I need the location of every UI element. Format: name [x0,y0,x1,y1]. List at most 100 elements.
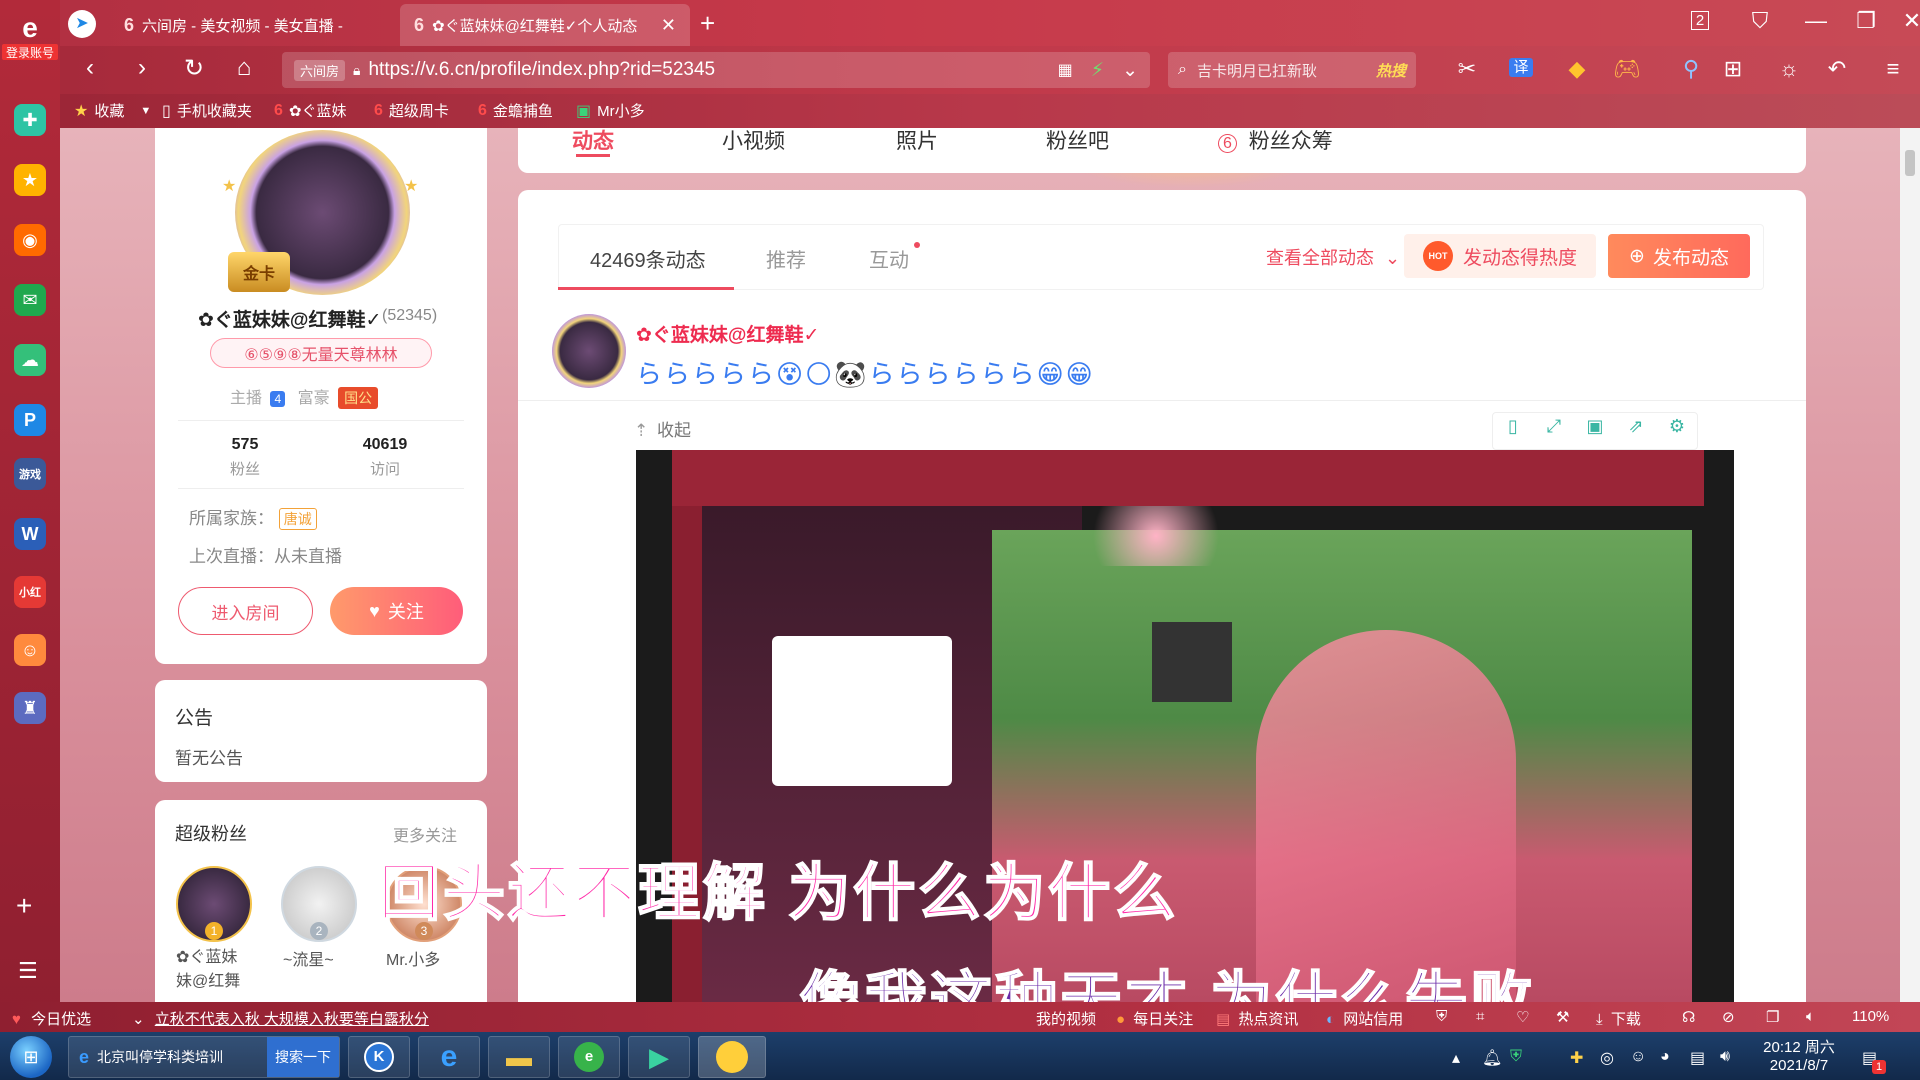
refresh-button[interactable]: ↻ [176,54,212,83]
search-input[interactable]: ⌕ 吉卡明月已扛新耿 热搜 [1168,52,1416,88]
restore-button[interactable]: ❐ [1846,8,1886,34]
today-picks-link[interactable]: ♥ 今日优选 [12,1008,91,1029]
mail-icon[interactable]: ✉ [14,284,46,316]
tray-camera-icon[interactable]: ◎ [1600,1048,1614,1068]
fullscreen-icon[interactable]: ⤢ [1540,416,1568,437]
small-red-app-icon[interactable]: 小红 [14,576,46,608]
translate-button[interactable]: 译 [1506,56,1536,77]
window-icon[interactable]: ❐ [1766,1008,1779,1026]
tab-fan-bar[interactable]: 粉丝吧 [1046,125,1109,155]
chart-icon[interactable]: ⌗ [1476,1008,1484,1025]
fan-name[interactable]: Mr.小多 [386,946,476,970]
word-doc-icon[interactable]: W [14,518,46,550]
post-author-avatar[interactable] [552,314,626,388]
bookmark-golden-toad[interactable]: 6 金蟾捕鱼 [478,100,553,121]
bookmark-super-card[interactable]: 6 超级周卡 [374,100,449,121]
tray-security-icon[interactable]: ⛨ [1510,1048,1522,1066]
browser-logo-icon[interactable]: e [10,12,50,43]
view-all-dropdown[interactable]: 查看全部动态 ⌄ [1266,244,1400,270]
publish-post-button[interactable]: ⊕ 发布动态 [1608,234,1750,278]
shield-status-icon[interactable]: ⛨ [1436,1008,1447,1025]
taskbar-browser-app[interactable]: e [558,1036,620,1078]
zoom-level[interactable]: 110% [1852,1008,1889,1025]
back-button[interactable]: ‹ [72,54,108,82]
add-app-icon[interactable]: + [16,890,32,922]
volume-icon[interactable]: 🔈︎ [1806,1008,1815,1025]
tray-notification-icon[interactable]: 🔔︎ [1482,1048,1502,1068]
ie-compat-icon[interactable]: ⊘ [1722,1008,1735,1026]
tab-photos[interactable]: 照片 [896,125,938,155]
system-clock[interactable]: 20:12 周六 2021/8/7 [1744,1036,1854,1074]
feed-tab-recommend[interactable]: 推荐 [766,244,806,273]
tab-dynamic[interactable]: 动态 [572,125,614,155]
bookmark-lanmeimei[interactable]: 6 ✿ぐ蓝妹 [274,100,346,121]
undo-icon[interactable]: ↶ [1822,56,1852,82]
tray-plus-icon[interactable]: ✚ [1570,1048,1583,1068]
page-scrollbar[interactable] [1900,128,1920,1002]
site-credit-link[interactable]: ◐ 网站信用 [1326,1008,1403,1029]
hot-news-link[interactable]: ▤ 热点资讯 [1216,1008,1298,1029]
skin-shirt-icon[interactable]: ⛉ [1740,8,1780,34]
brightness-icon[interactable]: ☼ [1774,56,1804,82]
fan-name[interactable]: ✿ぐ蓝妹 妹@红舞 [176,946,266,994]
news-ticker-link[interactable]: ⌄ 立秋不代表入秋 大规模入秋要等白露秋分 [132,1008,429,1029]
post-for-heat-button[interactable]: HOT 发动态得热度 [1404,234,1596,278]
fan-name[interactable]: ~流星~ [283,946,373,970]
search-once-button[interactable]: 搜索一下 [267,1037,339,1077]
scrollbar-thumb[interactable] [1905,150,1915,176]
heart-outline-icon[interactable]: ♡ [1516,1008,1529,1026]
url-bar[interactable]: 六间房 🔒︎ https://v.6.cn/profile/index.php?… [282,52,1150,88]
tray-volume-icon[interactable]: 🔊︎ [1720,1048,1730,1066]
download-link[interactable]: ⤓ 下载 [1596,1008,1641,1029]
feed-tab-all[interactable]: 42469条动态 [590,244,706,273]
tray-expand-icon[interactable]: ▴ [1452,1048,1460,1068]
coin-icon[interactable]: ◆ [1562,56,1592,82]
login-account-button[interactable]: 登录账号 [2,44,58,60]
start-button[interactable]: ⊞ [10,1036,52,1078]
window-count-badge[interactable]: 2 [1680,11,1720,30]
taskbar-k-app[interactable]: K [348,1036,410,1078]
tab-liujianfang[interactable]: 6 六间房 - 美女视频 - 美女直播 - [110,4,400,46]
lightning-icon[interactable]: ⚡ [1091,59,1104,82]
cloud-icon[interactable]: ☁ [14,344,46,376]
castle-game-icon[interactable]: ♜ [14,692,46,724]
tray-app-icon[interactable]: ☺ [1630,1048,1646,1066]
p-app-icon[interactable]: P [14,404,46,436]
taskbar-ie-app[interactable]: e [418,1036,480,1078]
plus-app-icon[interactable]: ✚ [14,104,46,136]
tools-icon[interactable]: ⚒ [1556,1008,1569,1026]
save-icon[interactable]: ▣ [1581,416,1609,437]
bookmark-favorites[interactable]: ★ 收藏 ▼ [74,100,151,121]
new-tab-button[interactable]: + [700,8,715,39]
feed-tab-interact[interactable]: 互动 [869,244,909,273]
url-text[interactable]: https://v.6.cn/profile/index.php?rid=523… [368,59,715,81]
follow-button[interactable]: ♥ 关注 [330,587,463,635]
post-author-name[interactable]: ✿ぐ蓝妹妹@红舞鞋✓ [636,320,819,347]
forward-button[interactable]: › [124,54,160,82]
grid-apps-icon[interactable]: ▦ [1058,60,1073,80]
minimize-button[interactable]: — [1796,8,1836,34]
enter-room-button[interactable]: 进入房间 [178,587,313,635]
bookmark-mr-xiaoduo[interactable]: ▣ Mr小多 [576,100,645,121]
tab-fan-crowdfund[interactable]: 6 粉丝众筹 [1218,125,1333,155]
tab-short-video[interactable]: 小视频 [722,125,785,155]
weibo-icon[interactable]: ◉ [14,224,46,256]
star-favorites-icon[interactable]: ★ [14,164,46,196]
daily-follow-link[interactable]: ● 每日关注 [1116,1008,1193,1029]
scissors-icon[interactable]: ✂ [1452,56,1482,82]
apps-grid-icon[interactable]: ⊞ [1718,56,1748,82]
tray-network-icon[interactable]: ▤ [1690,1048,1705,1068]
taskbar-search-app[interactable]: e 北京叫停学科类培训 搜索一下 [68,1036,340,1078]
settings-gear-icon[interactable]: ⚙ [1663,416,1691,437]
headphone-icon[interactable]: ☊ [1682,1008,1695,1026]
close-tab-icon[interactable]: ✕ [661,15,676,36]
hot-search-badge[interactable]: 热搜 [1376,60,1406,81]
collapse-button[interactable]: ⇡ 收起 [634,416,691,441]
gamepad-icon[interactable]: 🎮︎ [1612,56,1642,82]
game-app-icon[interactable]: 游戏 [14,458,46,490]
share-icon[interactable]: ⇗ [1622,416,1650,437]
tray-qq-icon[interactable]: ◕ [1660,1048,1670,1066]
family-tag[interactable]: 唐诚 [278,508,317,530]
cartoon-game-icon[interactable]: ☺ [14,634,46,666]
menu-icon[interactable]: ≡ [1878,56,1908,82]
